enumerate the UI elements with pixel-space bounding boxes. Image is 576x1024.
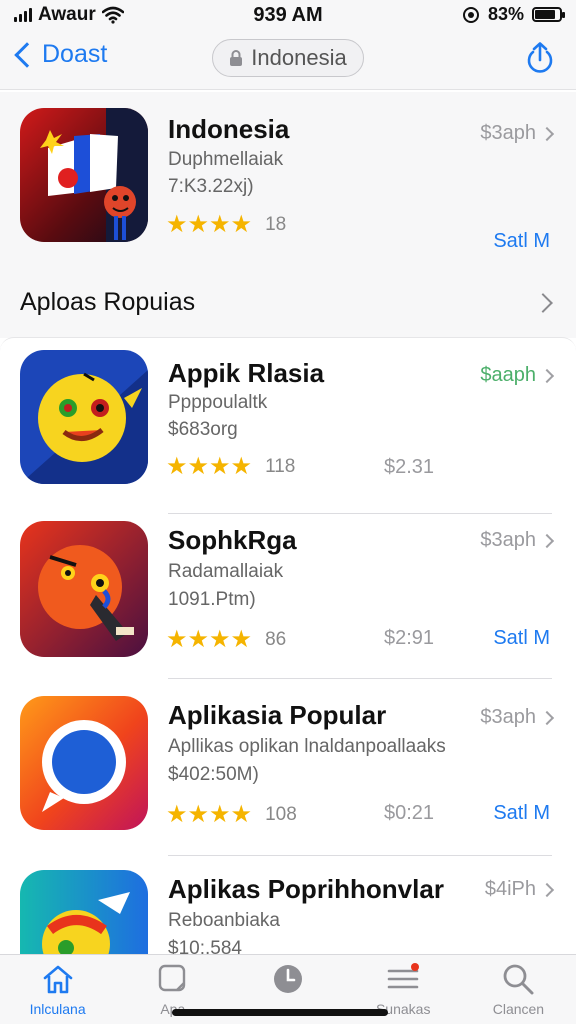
app-detail: $402:50M): [168, 764, 259, 785]
location-label: Indonesia: [251, 45, 347, 70]
rating-count: 108: [265, 803, 297, 825]
rating-count: 86: [265, 628, 287, 650]
list-item[interactable]: SophkRga Radamallaiak 1091.Ptm) ★★★★ 86 …: [0, 503, 576, 679]
featured-get-button[interactable]: Satl M: [493, 230, 550, 253]
app-title: Aplikas Poprihhonvlar: [168, 874, 444, 904]
app-price[interactable]: $3aph: [480, 529, 555, 552]
featured-app-detail: 7:K3.22xj): [168, 176, 254, 197]
star-rating-icon: ★★★★: [166, 801, 253, 828]
app-icon-2: [20, 521, 148, 657]
featured-app-price[interactable]: $3aph: [480, 122, 555, 145]
app-in-app-price: $2.31: [384, 456, 435, 478]
price-label: $3aph: [480, 529, 536, 551]
location-pill[interactable]: Indonesia: [212, 39, 364, 77]
app-subtitle: Reboanbiaka: [168, 910, 280, 931]
rating-count: 18: [265, 213, 287, 235]
apps-icon: [158, 964, 185, 992]
list-item[interactable]: Aplikasia Popular Apllikas oplikan lnald…: [0, 680, 576, 856]
app-icon-4: [20, 870, 148, 957]
clock-icon: [274, 965, 302, 993]
orientation-lock-icon: [462, 6, 479, 23]
app-title: Aplikasia Popular: [168, 700, 387, 730]
app-subtitle: Ppppoulaltk: [168, 392, 268, 413]
app-in-app-price: $2:91: [384, 627, 435, 649]
section-title: Aploas Ropuias: [20, 288, 196, 316]
tab-search[interactable]: Clancen: [461, 955, 576, 1024]
featured-app-row[interactable]: Indonesia Duphmellaiak 7:K3.22xj) ★★★★ 1…: [0, 92, 576, 262]
app-price[interactable]: $3aph: [480, 706, 555, 729]
row-divider: [168, 678, 552, 679]
section-header[interactable]: Aploas Ropuias: [0, 262, 576, 338]
chevron-right-icon: [539, 882, 555, 897]
tab-label: Inlculana: [29, 1001, 86, 1017]
tab-home[interactable]: Inlculana: [0, 955, 115, 1024]
battery-percent: 83%: [487, 4, 524, 24]
app-price[interactable]: $aaph: [480, 364, 555, 387]
star-rating-icon: ★★★★: [166, 626, 253, 653]
chevron-right-icon: [539, 710, 555, 725]
app-rating: ★★★★ 118: [166, 452, 295, 481]
app-list: Appik Rlasia Ppppoulaltk $683org ★★★★ 11…: [0, 337, 576, 957]
price-label: $4iPh: [484, 878, 536, 900]
chevron-right-icon: [533, 293, 553, 313]
app-detail: 1091.Ptm): [168, 589, 256, 610]
share-icon[interactable]: [522, 40, 558, 76]
status-right: 83%: [462, 4, 565, 25]
status-bar: Awaur 939 AM 83%: [0, 0, 576, 32]
app-rating: ★★★★ 86: [166, 625, 286, 654]
featured-app-title: Indonesia: [168, 114, 290, 144]
home-indicator[interactable]: [172, 1009, 388, 1016]
star-rating-icon: ★★★★: [166, 453, 253, 480]
get-button[interactable]: Satl M: [493, 802, 550, 825]
app-rating: ★★★★ 108: [166, 800, 297, 829]
featured-app-icon: [20, 108, 148, 242]
chevron-right-icon: [539, 533, 555, 548]
chevron-right-icon: [539, 368, 555, 383]
lock-icon: [230, 50, 243, 66]
tab-label: Clancen: [492, 1001, 545, 1017]
app-in-app-price: $0:21: [384, 802, 435, 824]
app-icon-3: [20, 696, 148, 830]
featured-app-subtitle: Duphmellaiak: [168, 149, 284, 170]
list-item[interactable]: Appik Rlasia Ppppoulaltk $683org ★★★★ 11…: [0, 338, 576, 514]
app-subtitle: Radamallaiak: [168, 561, 284, 582]
back-button[interactable]: Doast: [12, 40, 107, 69]
chevron-right-icon: [539, 126, 555, 141]
price-label: $3aph: [480, 122, 536, 144]
get-button[interactable]: Satl M: [493, 627, 550, 650]
star-rating-icon: ★★★★: [166, 211, 253, 238]
app-price[interactable]: $4iPh: [484, 878, 555, 901]
featured-app-rating: ★★★★ 18: [166, 210, 286, 239]
app-title: Appik Rlasia: [168, 358, 325, 388]
app-detail: $683org: [168, 419, 238, 440]
list-item[interactable]: Aplikas Poprihhonvlar Reboanbiaka $10:.5…: [0, 856, 576, 957]
updates-icon: [387, 963, 420, 989]
price-label: $3aph: [480, 706, 536, 728]
app-title: SophkRga: [168, 525, 297, 555]
back-button-label: Doast: [42, 40, 108, 68]
chevron-left-icon: [14, 41, 40, 68]
navigation-bar: Doast Indonesia: [0, 32, 576, 90]
battery-icon: [532, 7, 565, 22]
rating-count: 118: [265, 455, 296, 477]
home-icon: [43, 965, 72, 994]
search-icon: [504, 964, 534, 995]
app-icon-1: [20, 350, 148, 484]
app-subtitle: Apllikas oplikan lnaldanpoallaaks: [168, 736, 446, 757]
price-label: $aaph: [480, 364, 536, 386]
